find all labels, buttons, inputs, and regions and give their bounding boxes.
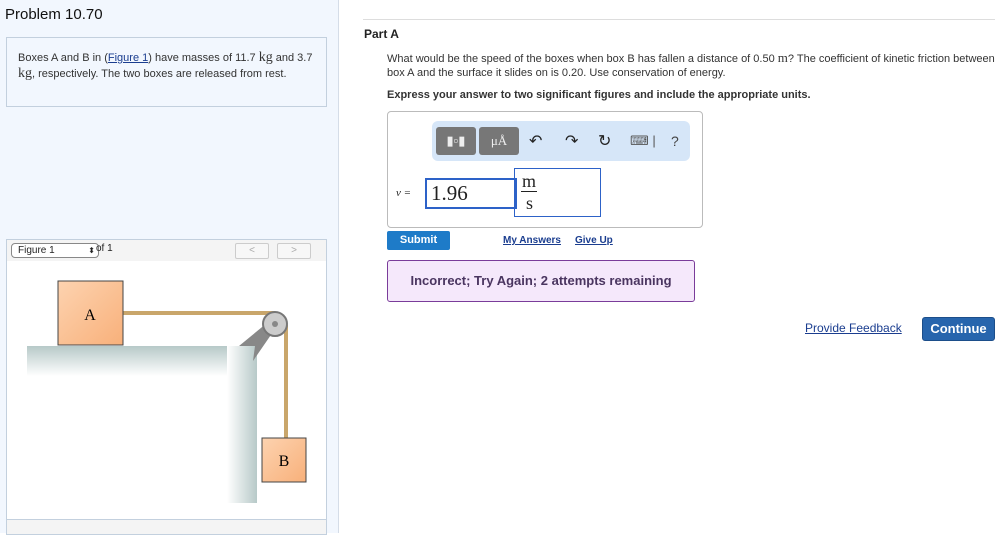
text: What would be the speed of the boxes whe… <box>387 53 778 65</box>
problem-panel: Problem 10.70 Boxes A and B in (Figure 1… <box>0 0 339 535</box>
answer-box: ▮▫▮ μÅ ↶ ↷ ↻ ⌨ | ? v = 1.96 m s <box>387 111 703 228</box>
reset-icon[interactable]: ↻ <box>598 131 611 151</box>
instruction-text: Express your answer to two significant f… <box>387 89 811 101</box>
redo-icon[interactable]: ↷ <box>565 131 578 151</box>
unit: m <box>777 50 788 65</box>
problem-text: Boxes A and B in (Figure 1) have masses … <box>18 50 318 82</box>
provide-feedback-link[interactable]: Provide Feedback <box>805 321 902 335</box>
variable-label: v = <box>396 187 412 199</box>
figure-select-value: Figure 1 <box>18 245 55 256</box>
pulley-diagram: A B <box>27 280 307 503</box>
next-figure-button[interactable]: > <box>277 243 311 259</box>
box-a-label: A <box>84 307 96 324</box>
divider <box>363 19 995 20</box>
answer-value-input[interactable]: 1.96 <box>425 178 517 209</box>
prev-figure-button[interactable]: < <box>235 243 269 259</box>
give-up-link[interactable]: Give Up <box>575 235 613 246</box>
answer-units-input[interactable]: m s <box>514 168 601 217</box>
template-button[interactable]: ▮▫▮ <box>436 127 476 155</box>
figure-link[interactable]: Figure 1 <box>108 52 148 64</box>
math-toolbar: ▮▫▮ μÅ ↶ ↷ ↻ ⌨ | ? <box>432 121 690 161</box>
problem-statement-box: Boxes A and B in (Figure 1) have masses … <box>6 37 327 107</box>
unit: kg <box>18 66 32 81</box>
undo-icon[interactable]: ↶ <box>529 131 542 151</box>
table-leg <box>227 346 257 503</box>
unit-numerator: m <box>521 171 538 192</box>
unit-denominator: s <box>526 193 534 213</box>
text: Boxes A and B in ( <box>18 52 108 64</box>
question-text: What would be the speed of the boxes whe… <box>387 51 997 80</box>
figure-count: of 1 <box>96 243 113 254</box>
figure-toolbar: Figure 1 ⬍ of 1 < > <box>6 239 327 262</box>
pulley-axle <box>272 321 278 327</box>
units-button[interactable]: μÅ <box>479 127 519 155</box>
keyboard-icon[interactable]: ⌨ | <box>630 133 656 149</box>
part-title: Part A <box>364 27 399 41</box>
text: ) have masses of 11.7 <box>148 52 259 64</box>
box-b-label: B <box>279 453 290 470</box>
text: , respectively. The two boxes are releas… <box>32 68 287 80</box>
unit: kg <box>258 50 273 65</box>
submit-button[interactable]: Submit <box>387 231 450 250</box>
updown-icon: ⬍ <box>88 246 95 255</box>
text: and 3.7 <box>272 52 313 64</box>
fraction-template-icon: ▮▫▮ <box>446 133 466 148</box>
continue-button[interactable]: Continue <box>922 317 995 341</box>
help-button[interactable]: ? <box>671 133 679 149</box>
table-top <box>27 346 257 376</box>
figure-area: A B <box>6 261 327 520</box>
figure-select[interactable]: Figure 1 ⬍ <box>11 243 99 258</box>
feedback-message: Incorrect; Try Again; 2 attempts remaini… <box>387 260 695 302</box>
problem-title: Problem 10.70 <box>5 6 103 23</box>
my-answers-link[interactable]: My Answers <box>503 235 561 246</box>
